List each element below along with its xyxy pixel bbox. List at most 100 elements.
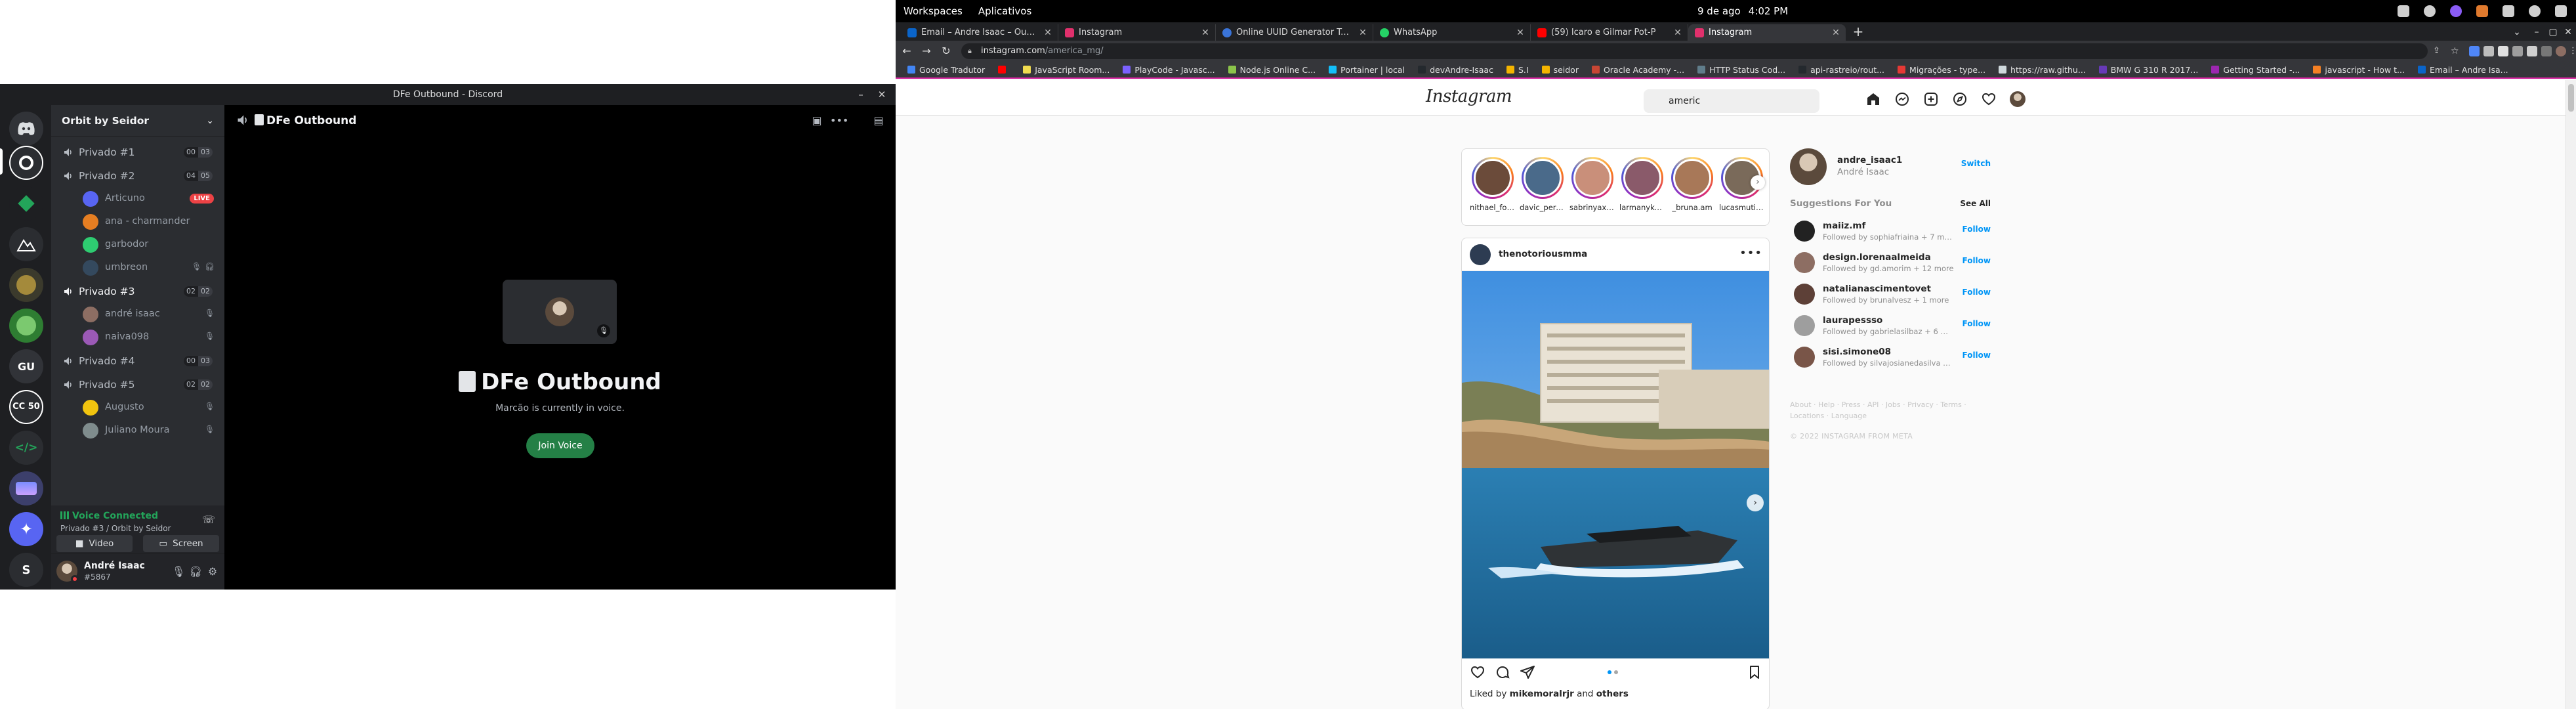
bookmark-star-icon[interactable]: ☆ [2451, 46, 2461, 56]
reload-icon[interactable]: ↻ [939, 44, 953, 58]
voice-channel-privado-2[interactable]: Privado #2 04 05 [56, 165, 219, 186]
stories-next-chevron-icon[interactable]: › [1751, 175, 1765, 190]
bookmark-migracoes[interactable]: Migrações - type... [1891, 65, 1992, 75]
voice-user[interactable]: Juliano Moura 🎙︎ [83, 419, 219, 440]
save-bookmark-icon[interactable] [1747, 664, 1762, 680]
popout-window-icon[interactable]: ▣ [810, 114, 823, 127]
workspaces-button[interactable]: Workspaces [904, 5, 963, 17]
clock[interactable]: 9 de ago 4:02 PM [1697, 0, 1788, 22]
story-item[interactable]: nithael_fon... [1470, 157, 1516, 212]
tray-discord-icon[interactable] [2450, 5, 2462, 17]
suggestion-username[interactable]: design.lorenaalmeida [1823, 252, 1931, 263]
minimize-icon[interactable]: – [852, 84, 869, 105]
like-heart-icon[interactable] [1470, 664, 1485, 680]
server-green-shapes-icon[interactable] [9, 186, 43, 221]
home-icon[interactable] [1865, 91, 1881, 107]
discord-home-icon[interactable] [9, 112, 43, 146]
voice-channel-privado-3[interactable]: Privado #3 02 02 [56, 281, 219, 302]
bookmark-javascript-room[interactable]: JavaScript Room... [1016, 65, 1116, 75]
close-tab-icon[interactable]: ✕ [1357, 28, 1369, 38]
suggestion-username[interactable]: sisi.simone08 [1823, 347, 1891, 357]
bookmark-bmw[interactable]: BMW G 310 R 2017... [2092, 65, 2205, 75]
suggestion-username[interactable]: natalianascimentovet [1823, 284, 1931, 294]
voice-location[interactable]: Privado #3 / Orbit by Seidor [60, 524, 171, 533]
more-options-icon[interactable]: ••• [830, 114, 848, 127]
heart-activity-icon[interactable] [1981, 91, 1997, 107]
messenger-icon[interactable] [1894, 91, 1910, 107]
settings-gear-icon[interactable]: ⚙︎ [206, 565, 219, 578]
guild-header[interactable]: Orbit by Seidor ⌄ [51, 105, 224, 137]
close-tab-icon[interactable]: ✕ [1830, 28, 1842, 38]
extension-icon[interactable] [2512, 46, 2523, 56]
profile-avatar[interactable] [2556, 46, 2566, 56]
disconnect-phone-icon[interactable]: ☏ [202, 513, 215, 526]
post-author-avatar[interactable] [1470, 244, 1491, 265]
tab-uuid-generator[interactable]: Online UUID Generator Tool ✕ [1216, 24, 1373, 41]
extension-icon[interactable] [2469, 46, 2480, 56]
tab-instagram-1[interactable]: Instagram ✕ [1058, 24, 1216, 41]
tab-youtube[interactable]: (59) Icaro e Gilmar Pot-P ✕ [1531, 24, 1688, 41]
suggestion-username[interactable]: maiiz.mf [1823, 221, 1865, 231]
bookmark-devandre[interactable]: devAndre-Isaac [1411, 65, 1500, 75]
bookmark-stackoverflow[interactable]: javascript - How t... [2306, 65, 2411, 75]
suggestion-avatar[interactable] [1794, 315, 1815, 336]
video-button[interactable]: ■ Video [56, 535, 133, 552]
close-tab-icon[interactable]: ✕ [1672, 28, 1684, 38]
bookmark-nodejs-online[interactable]: Node.js Online C... [1222, 65, 1323, 75]
voice-connected-status[interactable]: Voice Connected [60, 511, 158, 521]
story-item[interactable]: _bruna.am [1669, 157, 1715, 212]
close-tab-icon[interactable]: ✕ [1199, 28, 1211, 38]
liked-by-user-link[interactable]: mikemoralrjr [1510, 689, 1574, 699]
extension-icon[interactable] [2498, 46, 2508, 56]
headphones-icon[interactable]: 🎧︎ [189, 565, 202, 578]
tray-volume-icon[interactable] [2529, 5, 2541, 17]
bookmark-getting-started[interactable]: Getting Started -... [2205, 65, 2306, 75]
search-input[interactable] [1644, 89, 1819, 113]
bookmark-playcode[interactable]: PlayCode - Javasc... [1116, 65, 1221, 75]
follow-button[interactable]: Follow [1962, 288, 1991, 297]
suggestion-avatar[interactable] [1794, 347, 1815, 368]
back-icon[interactable]: ← [900, 44, 914, 58]
forward-icon[interactable]: → [919, 44, 934, 58]
bookmark-portainer[interactable]: Portainer | local [1322, 65, 1411, 75]
suggestion-username[interactable]: laurapessso [1823, 315, 1882, 326]
voice-user[interactable]: garbodor [83, 234, 219, 255]
bookmark-raw-github[interactable]: https://raw.githu... [1992, 65, 2092, 75]
join-voice-button[interactable]: Join Voice [526, 433, 594, 458]
discord-titlebar[interactable]: DFe Outbound - Discord – ✕ [0, 84, 896, 105]
current-username[interactable]: andre_isaac1 [1837, 155, 1902, 165]
story-item[interactable]: davic_perei... [1520, 157, 1566, 212]
story-item[interactable]: larmanykel... [1619, 157, 1665, 212]
switch-account-link[interactable]: Switch [1961, 159, 1991, 168]
applications-menu[interactable]: Aplicativos [978, 5, 1031, 17]
maximize-icon[interactable]: ▢ [2546, 24, 2560, 40]
follow-button[interactable]: Follow [1962, 256, 1991, 265]
tab-outlook[interactable]: Email – Andre Isaac – Outlook ✕ [901, 24, 1058, 41]
server-gu[interactable]: GU [9, 349, 43, 383]
current-user-avatar[interactable] [1790, 148, 1827, 185]
participant-tile[interactable]: 🎙︎ [503, 280, 617, 344]
see-all-link[interactable]: See All [1960, 199, 1991, 208]
server-mountains-icon[interactable] [9, 227, 43, 261]
tab-search-icon[interactable]: ⌄ [2510, 24, 2524, 40]
bookmark-api-rastreio[interactable]: api-rastreio/rout... [1792, 65, 1891, 75]
bookmark-google-tradutor[interactable]: Google Tradutor [901, 65, 991, 75]
voice-channel-privado-5[interactable]: Privado #5 02 02 [56, 374, 219, 395]
voice-user[interactable]: andré isaac 🎙︎ [83, 303, 219, 324]
side-panel-icon[interactable] [2541, 46, 2552, 56]
liked-by-others-link[interactable]: others [1596, 689, 1629, 699]
tray-clipboard-icon[interactable] [2503, 5, 2514, 17]
story-item[interactable]: sabrinyaxi... [1569, 157, 1615, 212]
server-rocket-icon[interactable]: ✦ [9, 512, 43, 546]
server-s-icon[interactable]: S [9, 553, 43, 587]
scrollbar-thumb[interactable] [2568, 84, 2574, 112]
server-landscape-icon[interactable] [9, 471, 43, 505]
follow-button[interactable]: Follow [1962, 319, 1991, 328]
bookmark-folder-seidor[interactable]: seidor [1535, 65, 1585, 75]
minimize-icon[interactable]: – [2530, 24, 2543, 40]
extension-icon[interactable] [2483, 46, 2494, 56]
chat-bubble-icon[interactable]: ▤ [872, 114, 885, 127]
screen-share-button[interactable]: ▭ Screen [143, 535, 219, 552]
post-image[interactable]: › [1462, 271, 1769, 658]
voice-user[interactable]: naiva098 🎙︎ [83, 326, 219, 347]
